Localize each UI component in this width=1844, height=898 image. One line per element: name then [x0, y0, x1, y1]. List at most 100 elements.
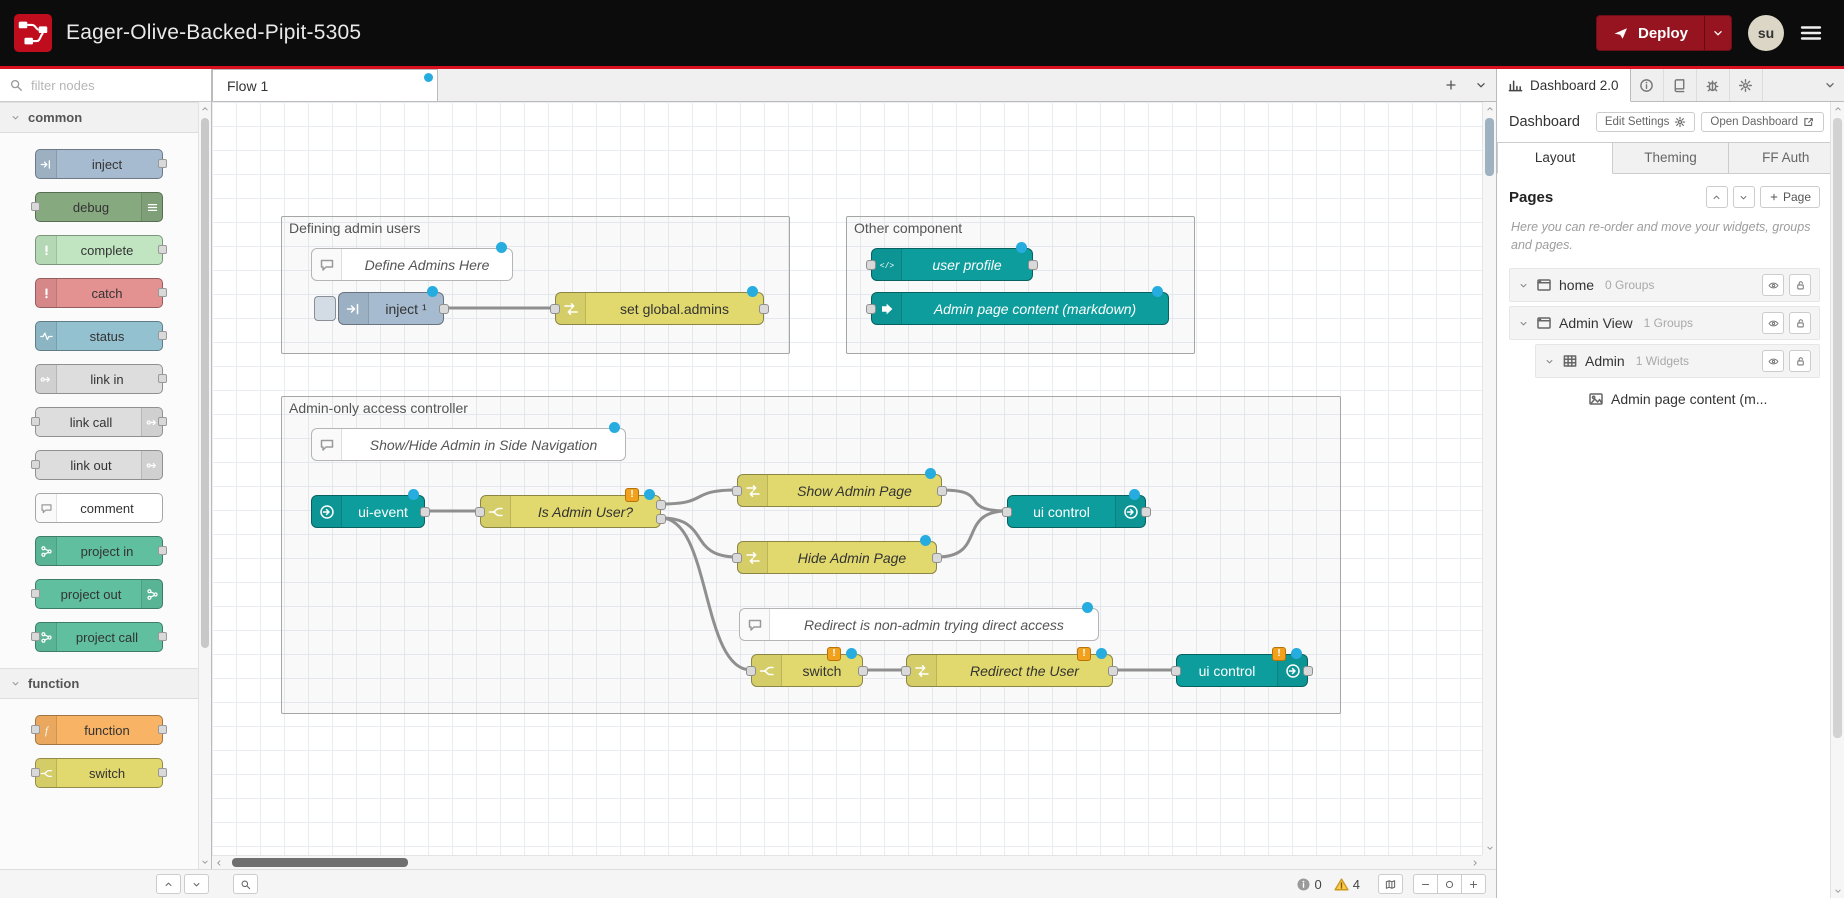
node-red-logo[interactable]: [14, 14, 52, 52]
input-port[interactable]: [1002, 507, 1012, 517]
sidebar-tab-help[interactable]: [1664, 69, 1697, 101]
wire[interactable]: [942, 490, 1007, 511]
node-comment-redirect[interactable]: Redirect is non-admin trying direct acce…: [739, 608, 1099, 641]
zoom-in-button[interactable]: [1461, 874, 1486, 894]
node-set-global-admins[interactable]: set global.admins: [555, 292, 764, 325]
tab-theming[interactable]: Theming: [1613, 142, 1728, 174]
node-comment-show-hide[interactable]: Show/Hide Admin in Side Navigation: [311, 428, 626, 461]
palette-search[interactable]: [0, 69, 212, 102]
error-count[interactable]: 0: [1296, 877, 1322, 892]
node-is-admin-user[interactable]: Is Admin User?!: [480, 495, 661, 528]
move-down-button[interactable]: [1733, 186, 1755, 208]
warning-count[interactable]: 4: [1334, 877, 1360, 892]
sidebar-tab-dashboard[interactable]: Dashboard 2.0: [1497, 69, 1631, 102]
output-port[interactable]: [1303, 666, 1313, 676]
lock-toggle-button[interactable]: [1789, 274, 1811, 296]
node-ui-event[interactable]: ui-event: [311, 495, 425, 528]
output-port[interactable]: [937, 486, 947, 496]
move-up-button[interactable]: [1706, 186, 1728, 208]
input-port[interactable]: [732, 553, 742, 563]
scrollbar-thumb[interactable]: [1485, 118, 1494, 176]
input-port[interactable]: [901, 666, 911, 676]
add-page-button[interactable]: Page: [1760, 186, 1820, 208]
wire[interactable]: [937, 511, 1007, 557]
node-comment-define-admins[interactable]: Define Admins Here: [311, 248, 513, 281]
visibility-toggle-button[interactable]: [1762, 274, 1784, 296]
node-ui-control-bottom[interactable]: ui control!: [1176, 654, 1308, 687]
input-port[interactable]: [732, 486, 742, 496]
lock-toggle-button[interactable]: [1789, 350, 1811, 372]
node-user-profile[interactable]: </>user profile: [871, 248, 1033, 281]
palette-node-function[interactable]: ffunction: [35, 715, 163, 745]
input-port[interactable]: [1171, 666, 1181, 676]
output-port[interactable]: [1108, 666, 1118, 676]
scrollbar-thumb[interactable]: [1833, 118, 1842, 738]
node-admin-page-content[interactable]: Admin page content (markdown): [871, 292, 1169, 325]
output-port[interactable]: [858, 666, 868, 676]
palette-node-complete[interactable]: complete: [35, 235, 163, 265]
edit-settings-button[interactable]: Edit Settings: [1596, 112, 1696, 132]
node-redirect-the-user[interactable]: Redirect the User!: [906, 654, 1113, 687]
input-port[interactable]: [475, 507, 485, 517]
expand-all-button[interactable]: [184, 874, 209, 894]
search-flows-button[interactable]: [233, 874, 258, 894]
scrollbar-thumb[interactable]: [201, 118, 209, 648]
input-port[interactable]: [746, 666, 756, 676]
tree-row-admin[interactable]: Admin1 Widgets: [1535, 344, 1820, 378]
flow-canvas[interactable]: Defining admin usersOther componentAdmin…: [212, 102, 1482, 855]
canvas-vertical-scrollbar[interactable]: [1482, 102, 1496, 855]
wire[interactable]: [661, 518, 737, 557]
palette-node-debug[interactable]: debug: [35, 192, 163, 222]
output-port[interactable]: [439, 304, 449, 314]
node-ui-control-top[interactable]: ui control: [1007, 495, 1146, 528]
palette-node-switch[interactable]: switch: [35, 758, 163, 788]
palette-node-inject[interactable]: inject: [35, 149, 163, 179]
sidebar-tab-menu-button[interactable]: [1816, 69, 1844, 101]
flow-list-button[interactable]: [1466, 69, 1496, 101]
palette-node-project-out[interactable]: project out: [35, 579, 163, 609]
palette-node-catch[interactable]: catch: [35, 278, 163, 308]
node-show-admin-page[interactable]: Show Admin Page: [737, 474, 942, 507]
palette-node-link-in[interactable]: link in: [35, 364, 163, 394]
wire[interactable]: [661, 490, 737, 504]
sidebar-tab-config[interactable]: [1730, 69, 1763, 101]
palette-node-comment[interactable]: comment: [35, 493, 163, 523]
palette-node-project-call[interactable]: project call: [35, 622, 163, 652]
tab-layout[interactable]: Layout: [1497, 142, 1613, 174]
tree-row-admin-page-content-widget[interactable]: Admin page content (m...: [1561, 382, 1820, 416]
add-flow-button[interactable]: [1436, 69, 1466, 101]
input-port[interactable]: [866, 304, 876, 314]
sidebar-tab-debug[interactable]: [1697, 69, 1730, 101]
palette-scrollbar[interactable]: [198, 102, 211, 869]
sidebar-scrollbar[interactable]: [1830, 102, 1844, 898]
output-port[interactable]: [1141, 507, 1151, 517]
user-avatar[interactable]: su: [1748, 15, 1784, 51]
open-dashboard-button[interactable]: Open Dashboard: [1701, 112, 1824, 132]
node-hide-admin-page[interactable]: Hide Admin Page: [737, 541, 937, 574]
output-port-1[interactable]: [656, 500, 666, 510]
zoom-reset-button[interactable]: [1437, 874, 1462, 894]
scrollbar-thumb[interactable]: [232, 858, 408, 867]
palette-search-input[interactable]: [29, 77, 202, 94]
output-port[interactable]: [932, 553, 942, 563]
visibility-toggle-button[interactable]: [1762, 312, 1784, 334]
canvas-horizontal-scrollbar[interactable]: [212, 855, 1482, 869]
node-inject-1[interactable]: inject ¹: [338, 292, 444, 325]
output-port[interactable]: [420, 507, 430, 517]
tree-row-home[interactable]: home0 Groups: [1509, 268, 1820, 302]
flow-tab[interactable]: Flow 1: [212, 69, 438, 101]
palette-node-project-in[interactable]: project in: [35, 536, 163, 566]
output-port[interactable]: [1028, 260, 1038, 270]
output-port[interactable]: [759, 304, 769, 314]
tab-ff-auth[interactable]: FF Auth: [1729, 142, 1844, 174]
zoom-out-button[interactable]: [1413, 874, 1438, 894]
lock-toggle-button[interactable]: [1789, 312, 1811, 334]
wire[interactable]: [661, 518, 751, 670]
palette-category-common[interactable]: common: [0, 102, 198, 133]
output-port-2[interactable]: [656, 514, 666, 524]
node-switch[interactable]: switch!: [751, 654, 863, 687]
navigator-toggle-button[interactable]: [1378, 874, 1403, 894]
visibility-toggle-button[interactable]: [1762, 350, 1784, 372]
input-port[interactable]: [866, 260, 876, 270]
collapse-all-button[interactable]: [156, 874, 181, 894]
